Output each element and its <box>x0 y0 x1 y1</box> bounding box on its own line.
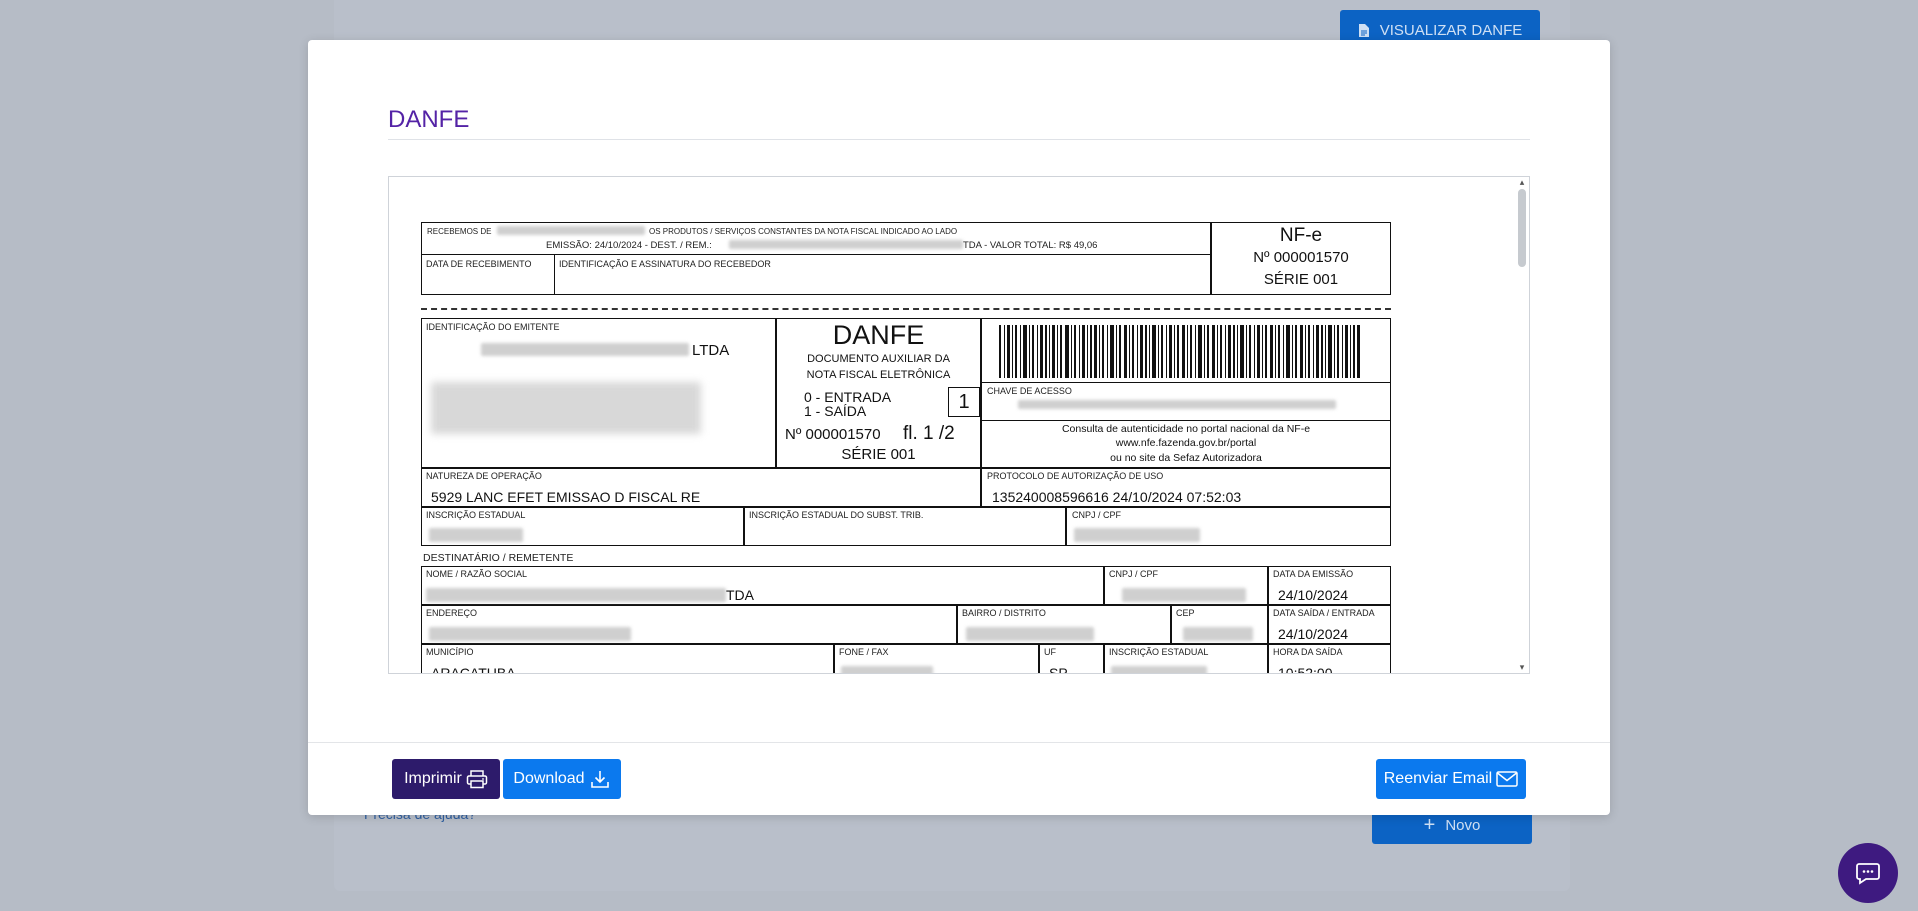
footer-divider <box>308 742 1610 743</box>
scroll-up-icon[interactable]: ▴ <box>1518 177 1526 188</box>
title-divider <box>388 139 1530 140</box>
redacted-cep <box>1183 627 1253 641</box>
danfe-saida: 1 - SAÍDA <box>804 403 867 419</box>
chat-button[interactable] <box>1838 843 1898 903</box>
redacted-chave <box>1018 400 1336 409</box>
envelope-icon <box>1496 771 1518 787</box>
natureza-label: NATUREZA DE OPERAÇÃO <box>426 471 542 481</box>
data-recebimento-label: DATA DE RECEBIMENTO <box>426 259 532 269</box>
cut-line <box>421 308 1391 310</box>
redacted-fone <box>841 666 933 673</box>
print-label: Imprimir <box>404 770 462 787</box>
visualizar-danfe-label: VISUALIZAR DANFE <box>1379 21 1523 39</box>
data-emissao-value: 24/10/2024 <box>1278 587 1349 603</box>
download-icon <box>590 771 609 788</box>
danfe-folha: fl. 1 /2 <box>903 423 955 444</box>
municipio-value: ARACATUBA <box>431 665 516 674</box>
receipt-numero: Nº 000001570 <box>1253 249 1349 266</box>
print-button[interactable]: Imprimir <box>392 759 500 799</box>
municipio-label: MUNICÍPIO <box>426 647 474 657</box>
bairro-label: BAIRRO / DISTRITO <box>962 608 1046 618</box>
natureza-value: 5929 LANC EFET EMISSAO D FISCAL RE <box>431 489 701 505</box>
receipt-emissao: EMISSÃO: 24/10/2024 - DEST. / REM.: <box>546 240 712 251</box>
recebemos-suffix: OS PRODUTOS / SERVIÇOS CONSTANTES DA NOT… <box>649 227 958 236</box>
dest-cnpj-label: CNPJ / CPF <box>1109 569 1159 579</box>
receipt-valor: TDA - VALOR TOTAL: R$ 49,06 <box>963 240 1098 251</box>
data-saida-label: DATA SAÍDA / ENTRADA <box>1273 608 1375 618</box>
protocolo-value: 135240008596616 24/10/2024 07:52:03 <box>992 489 1242 505</box>
danfe-modal: DANFE RECEBEMOS DE OS PRODUTOS / SERVIÇO… <box>308 40 1610 815</box>
dest-ie-label: INSCRIÇÃO ESTADUAL <box>1109 647 1209 657</box>
hora-value: 10:52:00 <box>1278 665 1333 674</box>
danfe-numero: Nº 000001570 <box>785 426 881 443</box>
scroll-thumb[interactable] <box>1518 189 1526 267</box>
emitente-name-suffix: LTDA <box>692 342 730 359</box>
data-saida-value: 24/10/2024 <box>1278 626 1349 642</box>
redacted-destinatario <box>729 240 963 249</box>
uf-label: UF <box>1044 647 1056 657</box>
download-button[interactable]: Download <box>503 759 621 799</box>
printer-icon <box>466 770 488 789</box>
cep-label: CEP <box>1176 608 1195 618</box>
redacted-dest-cnpj <box>1122 588 1246 602</box>
ie-st-label: INSCRIÇÃO ESTADUAL DO SUBST. TRIB. <box>749 510 924 520</box>
fone-label: FONE / FAX <box>839 647 889 657</box>
redacted-emitente <box>497 226 645 235</box>
chat-bubble-icon <box>1856 863 1880 885</box>
nome-label: NOME / RAZÃO SOCIAL <box>426 569 528 579</box>
redacted-ie <box>429 528 523 542</box>
ie-label: INSCRIÇÃO ESTADUAL <box>426 510 526 520</box>
receipt-nfe: NF-e <box>1279 225 1323 246</box>
modal-title: DANFE <box>388 106 470 133</box>
redacted-cnpj <box>1074 528 1200 542</box>
redacted-dest-ie <box>1111 666 1207 673</box>
identificacao-label: IDENTIFICAÇÃO E ASSINATURA DO RECEBEDOR <box>559 259 771 269</box>
receipt-serie: SÉRIE 001 <box>1263 271 1339 288</box>
data-emissao-label: DATA DA EMISSÃO <box>1273 569 1354 579</box>
consulta-line2: www.nfe.fazenda.gov.br/portal <box>1115 437 1257 449</box>
redacted-emitente-name <box>481 343 689 356</box>
destinatario-section: DESTINATÁRIO / REMETENTE <box>423 552 574 564</box>
consulta-line3: ou no site da Sefaz Autorizadora <box>1110 452 1262 464</box>
resend-email-button[interactable]: Reenviar Email <box>1376 759 1526 799</box>
recebemos-prefix: RECEBEMOS DE <box>427 227 492 236</box>
endereco-label: ENDEREÇO <box>426 608 478 618</box>
chave-label: CHAVE DE ACESSO <box>987 386 1072 396</box>
danfe-tipo: 1 <box>948 387 980 417</box>
novo-label: Novo <box>1445 816 1481 834</box>
emitente-label: IDENTIFICAÇÃO DO EMITENTE <box>426 322 560 332</box>
danfe-serie: SÉRIE 001 <box>841 446 916 463</box>
consulta-line1: Consulta de autenticidade no portal naci… <box>1061 423 1311 435</box>
download-label: Download <box>513 770 585 787</box>
viewer-scrollbar[interactable]: ▴ ▾ <box>1515 177 1529 673</box>
danfe-sub1: DOCUMENTO AUXILIAR DA <box>807 353 950 365</box>
redacted-endereco <box>429 627 631 641</box>
barcode <box>999 325 1360 378</box>
scroll-down-icon[interactable]: ▾ <box>1518 662 1526 673</box>
danfe-sub2: NOTA FISCAL ELETRÔNICA <box>806 369 951 381</box>
resend-email-label: Reenviar Email <box>1383 770 1493 787</box>
plus-icon: + <box>1423 813 1436 836</box>
file-icon <box>1358 23 1369 37</box>
protocolo-label: PROTOCOLO DE AUTORIZAÇÃO DE USO <box>987 471 1164 481</box>
hora-label: HORA DA SAÍDA <box>1273 647 1343 657</box>
danfe-title: DANFE <box>832 320 925 350</box>
pdf-viewer[interactable]: RECEBEMOS DE OS PRODUTOS / SERVIÇOS CONS… <box>388 176 1530 674</box>
nome-suffix: TDA <box>726 587 754 603</box>
redacted-emitente-address <box>431 382 701 434</box>
redacted-nome <box>426 588 726 602</box>
uf-value: SP <box>1049 665 1068 674</box>
redacted-bairro <box>966 627 1094 641</box>
cnpj-label: CNPJ / CPF <box>1072 510 1122 520</box>
